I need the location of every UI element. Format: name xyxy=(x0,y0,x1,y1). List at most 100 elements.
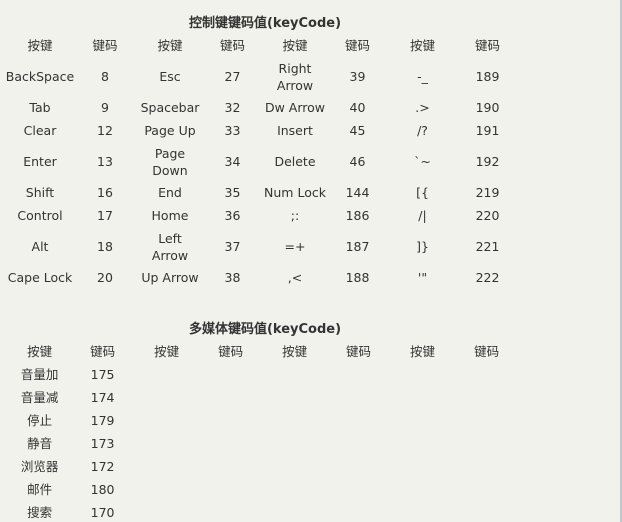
empty-cell xyxy=(382,478,463,501)
header-key: 按键 xyxy=(154,344,180,359)
key-code-cell: 221 xyxy=(475,239,500,254)
key-name-cell: =+ xyxy=(284,239,306,254)
key-name-cell: ]} xyxy=(416,239,429,254)
key-code-cell: 16 xyxy=(97,185,113,200)
header-key: 按键 xyxy=(282,344,308,359)
empty-cell xyxy=(126,455,207,478)
key-code-cell: 191 xyxy=(475,123,500,138)
key-code-cell: 33 xyxy=(224,123,241,138)
header-code: 键码 xyxy=(346,344,372,359)
page: 控制键键码值(keyCode) 按键 键码 按键 键码 按键 键码 按键 键码 BackSpac… xyxy=(0,0,622,522)
key-code-cell: 35 xyxy=(224,185,241,200)
key-name-cell: Num Lock xyxy=(264,185,326,200)
empty-cell xyxy=(382,501,463,522)
key-name-cell: -_ xyxy=(417,69,428,84)
key-code-cell: 34 xyxy=(224,154,241,169)
key-code-cell: 170 xyxy=(90,505,115,520)
table-row: BackSpace 8 Esc 27 Right Arrow 39 -_ 189 xyxy=(0,57,510,96)
key-name-cell: 音量减 xyxy=(20,390,59,405)
header-code: 键码 xyxy=(219,38,245,53)
empty-cell xyxy=(126,432,207,455)
empty-cell xyxy=(126,501,207,522)
media-keys-table: 按键 键码 按键 键码 按键 键码 按键 键码 音量加 175 音量减 174 停止 179 静音 173 浏览… xyxy=(0,340,510,522)
key-code-cell: 20 xyxy=(97,270,113,285)
header-key: 按键 xyxy=(282,38,308,53)
key-name-cell: Tab xyxy=(29,100,51,115)
key-code-cell: 219 xyxy=(475,185,500,200)
header-code: 键码 xyxy=(474,344,500,359)
key-name-cell: Shift xyxy=(25,185,55,200)
key-name-cell: Cape Lock xyxy=(7,270,73,285)
empty-cell xyxy=(463,478,510,501)
empty-cell xyxy=(207,432,254,455)
table-row: Alt 18 Left Arrow 37 =+ 187]} 221 xyxy=(0,227,510,266)
empty-cell xyxy=(463,386,510,409)
key-name-cell: 浏览器 xyxy=(20,459,59,474)
key-code-cell: 173 xyxy=(90,436,115,451)
empty-cell xyxy=(335,386,382,409)
table-row: Tab 9 Spacebar 32 Dw Arrow 40 .> 190 xyxy=(0,96,510,119)
empty-cell xyxy=(254,478,335,501)
header-code: 键码 xyxy=(474,38,500,53)
key-code-cell: 220 xyxy=(475,208,500,223)
key-code-cell: 32 xyxy=(224,100,241,115)
table-row: Enter 13 Page Down 34 Delete 46 `~ 192 xyxy=(0,142,510,181)
empty-cell xyxy=(382,386,463,409)
key-code-cell: 175 xyxy=(90,367,115,382)
key-name-cell: Page Down xyxy=(152,145,188,178)
table-row: Shift 16 End 35 Num Lock 144 [{ 219 xyxy=(0,181,510,204)
header-code: 键码 xyxy=(92,38,118,53)
empty-cell xyxy=(254,409,335,432)
empty-cell xyxy=(382,363,463,386)
table-row: 音量减 174 xyxy=(0,386,510,409)
table-header-row: 按键 键码 按键 键码 按键 键码 按键 键码 xyxy=(0,340,510,363)
header-code: 键码 xyxy=(218,344,244,359)
table-row: 邮件 180 xyxy=(0,478,510,501)
key-code-cell: 222 xyxy=(475,270,500,285)
empty-cell xyxy=(207,501,254,522)
header-code: 键码 xyxy=(344,38,370,53)
empty-cell xyxy=(463,432,510,455)
key-code-cell: 187 xyxy=(345,239,370,254)
empty-cell xyxy=(463,501,510,522)
media-keys-title: 多媒体键码值(keyCode) xyxy=(188,322,342,337)
key-name-cell: [{ xyxy=(416,185,429,200)
empty-cell xyxy=(335,409,382,432)
table-row: 音量加 175 xyxy=(0,363,510,386)
empty-cell xyxy=(335,501,382,522)
key-name-cell: Delete xyxy=(274,154,316,169)
key-code-cell: 18 xyxy=(97,239,113,254)
empty-cell xyxy=(463,409,510,432)
empty-cell xyxy=(126,363,207,386)
empty-cell xyxy=(382,455,463,478)
key-code-cell: 8 xyxy=(101,69,109,84)
key-name-cell: ;: xyxy=(290,208,300,223)
key-name-cell: End xyxy=(158,185,182,200)
control-keys-title: 控制键键码值(keyCode) xyxy=(188,16,342,31)
key-name-cell: 搜索 xyxy=(27,505,53,520)
key-name-cell: /| xyxy=(418,208,427,223)
empty-cell xyxy=(335,432,382,455)
key-name-cell: ,< xyxy=(287,270,303,285)
key-name-cell: Right Arrow xyxy=(276,60,314,93)
key-name-cell: Up Arrow xyxy=(141,270,199,285)
key-name-cell: Esc xyxy=(159,69,181,84)
key-name-cell: 停止 xyxy=(27,413,53,428)
key-name-cell: /? xyxy=(417,123,428,138)
key-name-cell: Insert xyxy=(277,123,313,138)
key-code-cell: 17 xyxy=(97,208,113,223)
key-code-cell: 179 xyxy=(90,413,115,428)
control-keys-table: 按键 键码 按键 键码 按键 键码 按键 键码 BackSpace 8 Esc 27 Right Arr… xyxy=(0,34,510,289)
key-code-cell: 9 xyxy=(101,100,109,115)
empty-cell xyxy=(207,363,254,386)
empty-cell xyxy=(335,363,382,386)
empty-cell xyxy=(335,455,382,478)
table-row: Control 17 Home 36;: 186 /| 220 xyxy=(0,204,510,227)
key-code-cell: 40 xyxy=(349,100,366,115)
key-code-cell: 144 xyxy=(345,185,370,200)
key-code-cell: 188 xyxy=(345,270,370,285)
key-code-cell: 190 xyxy=(475,100,500,115)
header-key: 按键 xyxy=(157,38,183,53)
empty-cell xyxy=(382,409,463,432)
key-name-cell: 音量加 xyxy=(20,367,59,382)
